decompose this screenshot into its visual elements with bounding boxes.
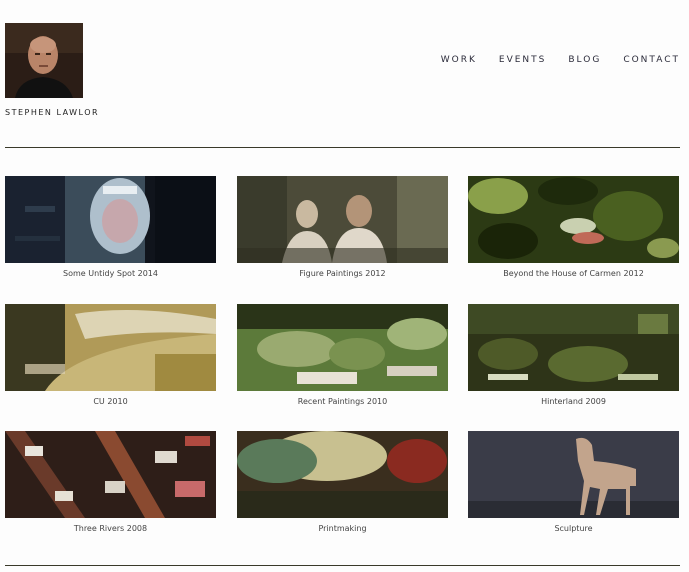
gallery-item-three-rivers[interactable]: Three Rivers 2008: [5, 431, 216, 533]
gallery-caption[interactable]: Printmaking: [237, 524, 448, 533]
gallery-thumbnail[interactable]: [468, 176, 679, 263]
gallery-thumbnail[interactable]: [5, 431, 216, 518]
nav-events[interactable]: EVENTS: [499, 55, 546, 65]
gallery-thumbnail[interactable]: [5, 176, 216, 263]
gallery-caption[interactable]: Some Untidy Spot 2014: [5, 269, 216, 278]
artist-portrait[interactable]: [5, 23, 83, 98]
gallery-caption[interactable]: Recent Paintings 2010: [237, 397, 448, 406]
gallery-item-hinterland[interactable]: Hinterland 2009: [468, 304, 679, 406]
gallery-item-cu[interactable]: CU 2010: [5, 304, 216, 406]
gallery-item-sculpture[interactable]: Sculpture: [468, 431, 679, 533]
gallery-thumbnail[interactable]: [468, 431, 679, 518]
header-divider: [5, 147, 680, 148]
gallery-caption[interactable]: Figure Paintings 2012: [237, 269, 448, 278]
gallery-caption[interactable]: Beyond the House of Carmen 2012: [468, 269, 679, 278]
gallery-thumbnail[interactable]: [468, 304, 679, 391]
gallery-thumbnail[interactable]: [237, 304, 448, 391]
main-nav: WORK EVENTS BLOG CONTACT: [441, 55, 680, 65]
nav-contact[interactable]: CONTACT: [623, 55, 680, 65]
site-name[interactable]: STEPHEN LAWLOR: [5, 108, 99, 117]
gallery-item-some-untidy-spot[interactable]: Some Untidy Spot 2014: [5, 176, 216, 278]
nav-work[interactable]: WORK: [441, 55, 477, 65]
gallery-thumbnail[interactable]: [237, 431, 448, 518]
gallery-item-beyond-the-house-of-carmen[interactable]: Beyond the House of Carmen 2012: [468, 176, 679, 278]
gallery-item-recent-paintings[interactable]: Recent Paintings 2010: [237, 304, 448, 406]
gallery-item-figure-paintings[interactable]: Figure Paintings 2012: [237, 176, 448, 278]
footer-divider: [5, 565, 680, 566]
gallery-thumbnail[interactable]: [237, 176, 448, 263]
gallery-caption[interactable]: Three Rivers 2008: [5, 524, 216, 533]
gallery-caption[interactable]: Hinterland 2009: [468, 397, 679, 406]
gallery-thumbnail[interactable]: [5, 304, 216, 391]
gallery-caption[interactable]: CU 2010: [5, 397, 216, 406]
gallery-caption[interactable]: Sculpture: [468, 524, 679, 533]
nav-blog[interactable]: BLOG: [568, 55, 601, 65]
gallery-item-printmaking[interactable]: Printmaking: [237, 431, 448, 533]
